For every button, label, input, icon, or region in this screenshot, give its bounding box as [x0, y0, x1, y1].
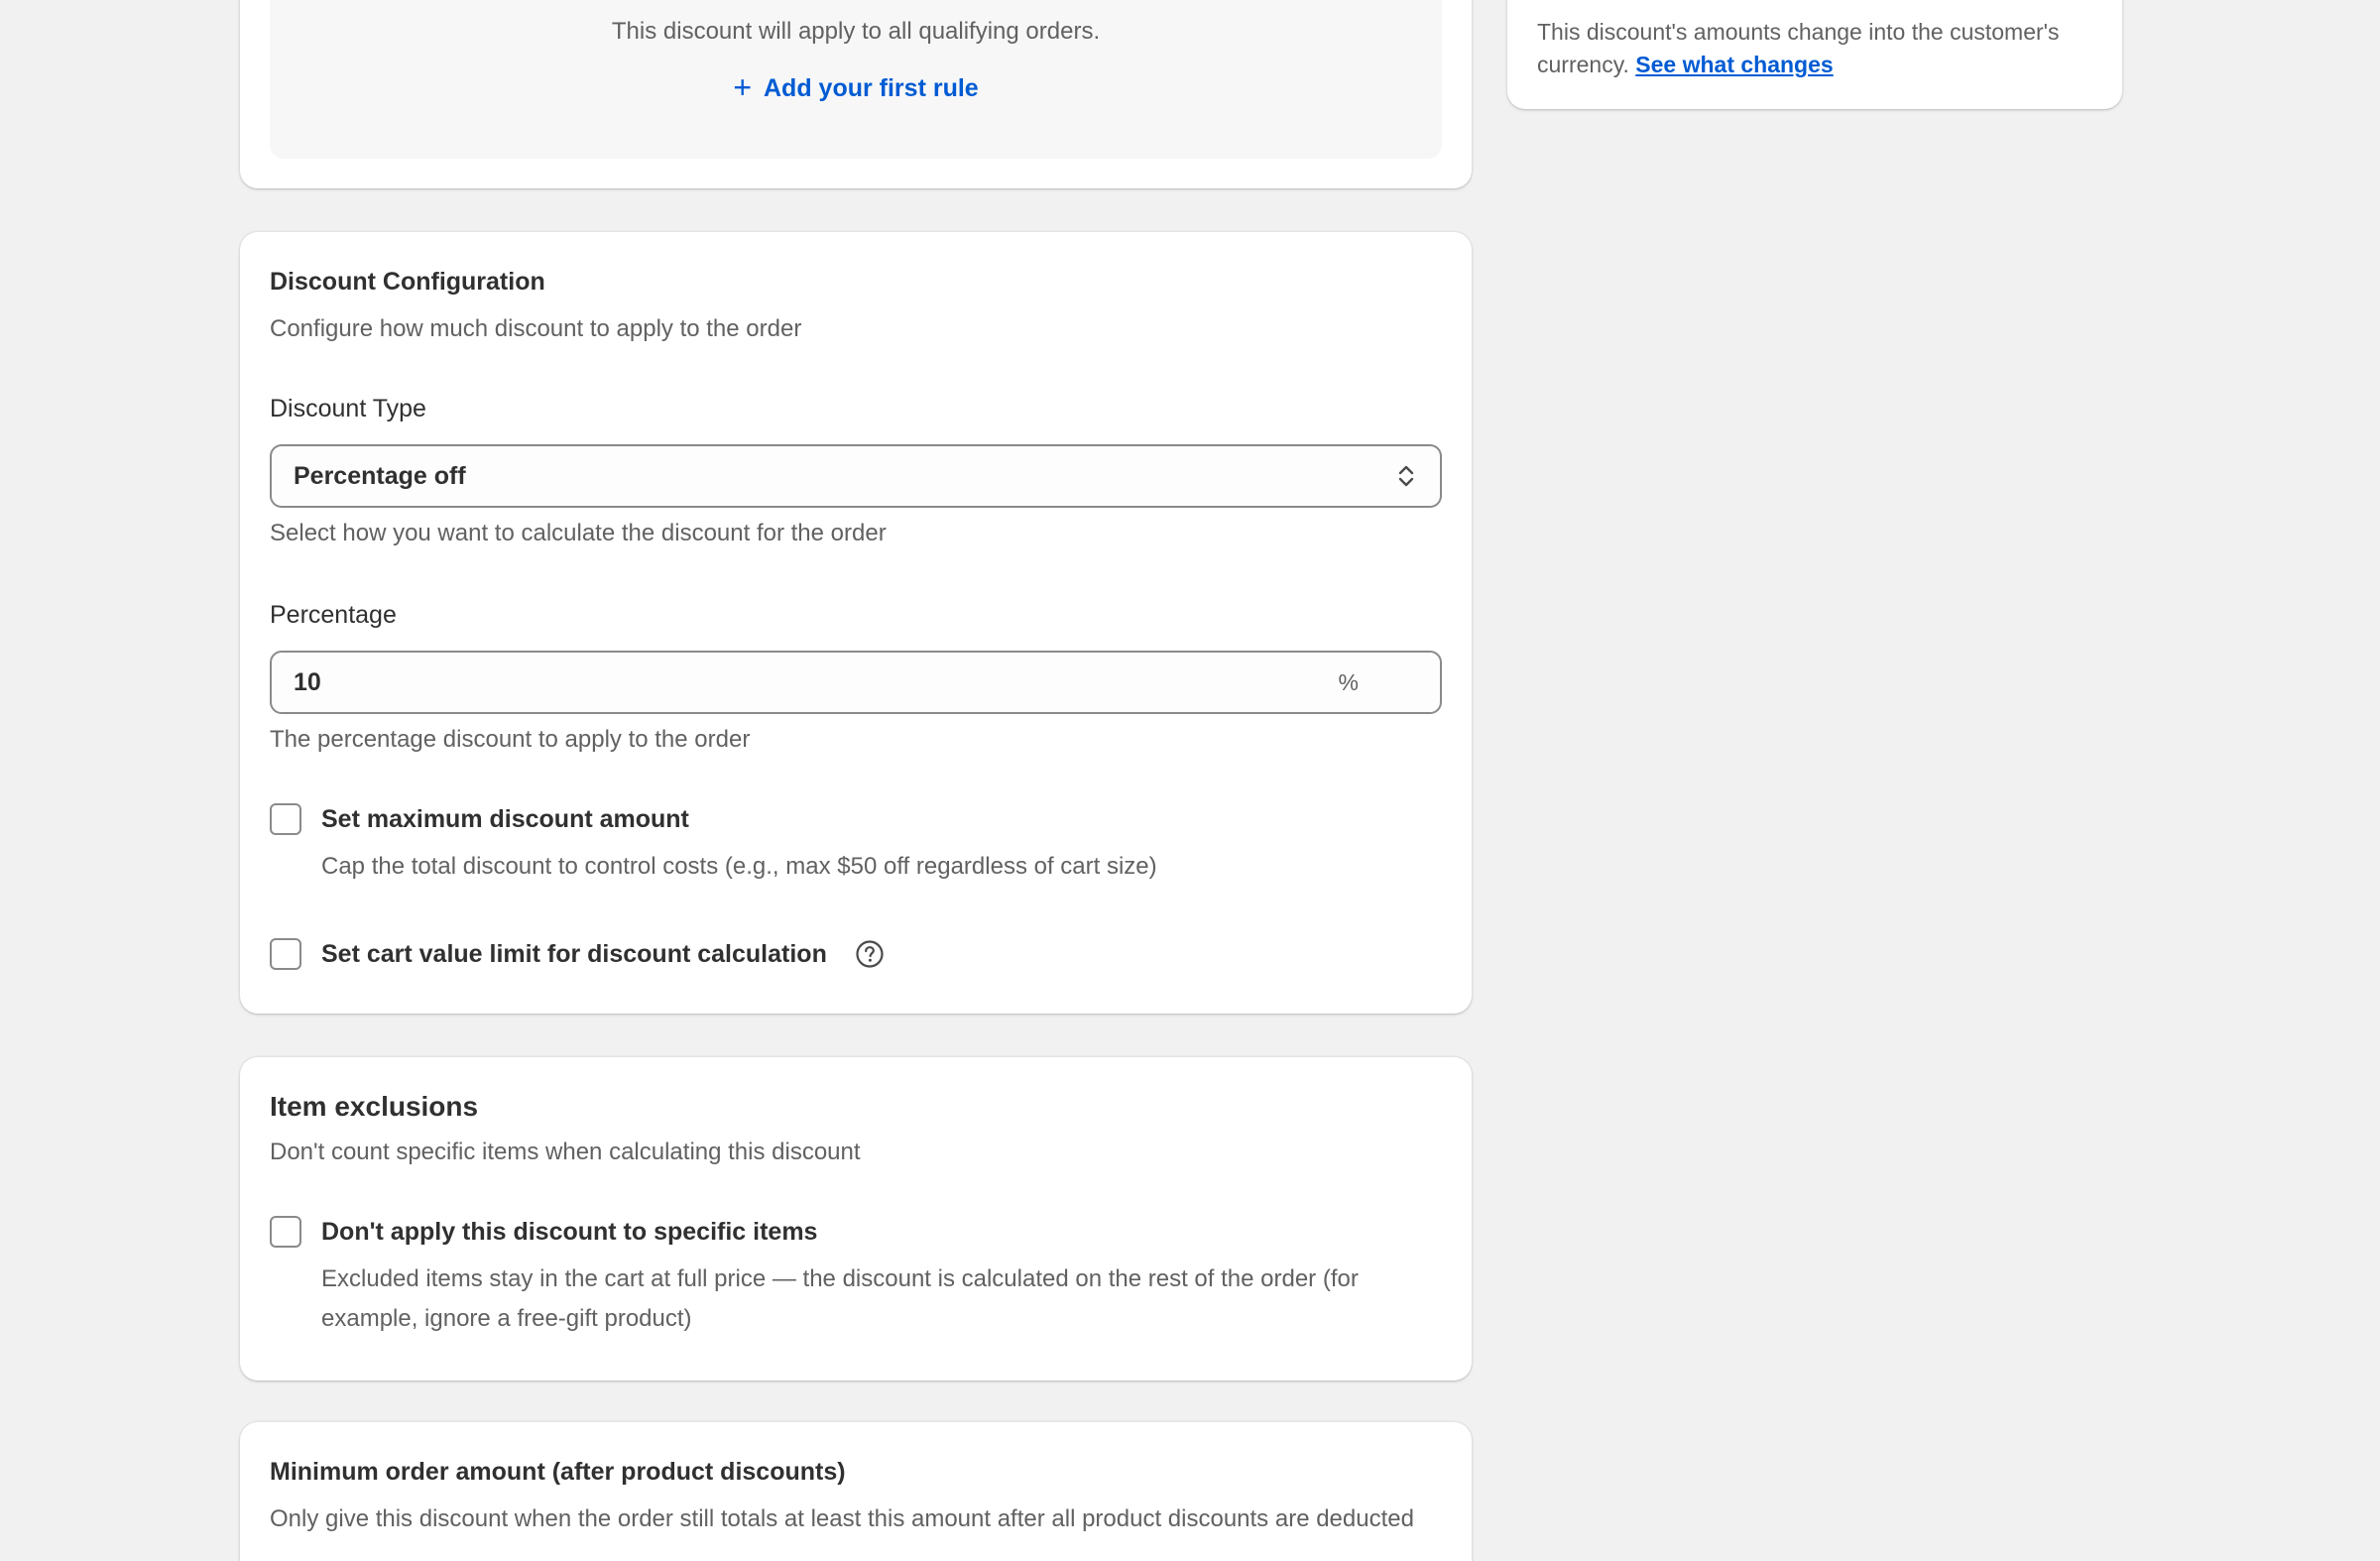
- discount-type-help: Select how you want to calculate the dis…: [270, 520, 887, 546]
- see-what-changes-link[interactable]: See what changes: [1635, 52, 1833, 77]
- max-discount-label[interactable]: Set maximum discount amount: [321, 805, 689, 834]
- minimum-order-title: Minimum order amount (after product disc…: [270, 1458, 846, 1486]
- exclude-items-checkbox[interactable]: [270, 1216, 301, 1248]
- max-discount-option[interactable]: Set maximum discount amount: [270, 803, 689, 835]
- discount-configuration-card: Discount Configuration Configure how muc…: [240, 232, 1472, 1014]
- select-chevron-icon: [1394, 461, 1418, 491]
- discount-type-selected-value: Percentage off: [294, 461, 466, 490]
- currency-info-text: This discount's amounts change into the …: [1537, 16, 2102, 81]
- rules-card: This discount will apply to all qualifyi…: [240, 0, 1472, 188]
- rules-empty-text: This discount will apply to all qualifyi…: [611, 18, 1101, 45]
- discount-type-label: Discount Type: [270, 395, 426, 422]
- exclude-items-option[interactable]: Don't apply this discount to specific it…: [270, 1216, 817, 1248]
- percentage-help: The percentage discount to apply to the …: [270, 726, 751, 753]
- page: This discount will apply to all qualifyi…: [0, 0, 2380, 1561]
- exclude-items-label[interactable]: Don't apply this discount to specific it…: [321, 1218, 817, 1247]
- add-first-rule-label: Add your first rule: [764, 73, 979, 102]
- rules-empty-state: This discount will apply to all qualifyi…: [270, 0, 1442, 159]
- exclude-items-help: Excluded items stay in the cart at full …: [321, 1265, 1359, 1332]
- add-first-rule-button[interactable]: + Add your first rule: [270, 69, 1442, 105]
- item-exclusions-description: Don't count specific items when calculat…: [270, 1139, 861, 1165]
- question-circle-icon[interactable]: [855, 939, 885, 969]
- percent-suffix: %: [1338, 668, 1359, 695]
- discount-configuration-description: Configure how much discount to apply to …: [270, 315, 802, 342]
- percentage-input[interactable]: 10 %: [270, 651, 1442, 714]
- discount-configuration-title: Discount Configuration: [270, 268, 545, 296]
- cart-limit-option[interactable]: Set cart value limit for discount calcul…: [270, 938, 885, 970]
- cart-limit-checkbox[interactable]: [270, 938, 301, 970]
- minimum-order-card: Minimum order amount (after product disc…: [240, 1422, 1472, 1561]
- item-exclusions-card: Item exclusions Don't count specific ite…: [240, 1057, 1472, 1381]
- cart-limit-label[interactable]: Set cart value limit for discount calcul…: [321, 940, 827, 969]
- percentage-input-value: 10: [294, 667, 321, 696]
- max-discount-help: Cap the total discount to control costs …: [321, 853, 1157, 880]
- percentage-label: Percentage: [270, 601, 397, 629]
- currency-info-card: This discount's amounts change into the …: [1507, 0, 2122, 109]
- plus-icon: +: [733, 69, 752, 105]
- discount-type-select[interactable]: Percentage off: [270, 444, 1442, 508]
- max-discount-checkbox[interactable]: [270, 803, 301, 835]
- minimum-order-description: Only give this discount when the order s…: [270, 1505, 1414, 1532]
- item-exclusions-title: Item exclusions: [270, 1091, 479, 1122]
